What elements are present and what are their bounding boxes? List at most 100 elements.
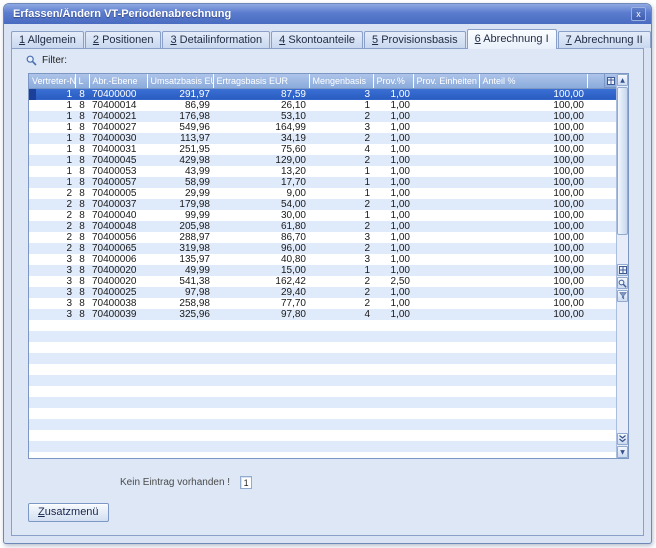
table-cell: 549,96	[147, 122, 213, 133]
table-cell	[413, 386, 479, 397]
tab-skontoanteile[interactable]: 4 Skontoanteile	[271, 31, 363, 48]
column-chooser-button[interactable]	[604, 74, 616, 88]
table-cell	[309, 419, 373, 430]
table-cell: 70400025	[89, 287, 147, 298]
column-header-prov-einheiten[interactable]: Prov. Einheiten	[413, 74, 479, 88]
table-cell: 70400038	[89, 298, 147, 309]
table-cell	[587, 320, 616, 331]
table-row[interactable]: 3870400038258,9877,7021,00100,00	[29, 298, 616, 309]
table-row[interactable]: 3870400006135,9740,8031,00100,00	[29, 254, 616, 265]
scroll-track-lower[interactable]	[617, 302, 628, 433]
tab-allgemein[interactable]: 1 Allgemein	[11, 31, 84, 48]
column-header-abr-ebene[interactable]: Abr.-Ebene	[89, 74, 147, 88]
column-header-umsatzbasis-eur[interactable]: Umsatzbasis EUR	[147, 74, 213, 88]
column-header-ertragsbasis-eur[interactable]: Ertragsbasis EUR	[213, 74, 309, 88]
table-row-empty	[29, 364, 616, 375]
table-cell	[587, 210, 616, 221]
vertical-scrollbar[interactable]: ▲	[616, 74, 628, 458]
table-cell: 2	[29, 188, 75, 199]
table-row[interactable]: 387040002597,9829,4021,00100,00	[29, 287, 616, 298]
grid-filter-button[interactable]	[617, 290, 628, 302]
magnifier-icon	[618, 279, 627, 288]
table-cell: 8	[75, 100, 89, 111]
table-row[interactable]: 187040005343,9913,2011,00100,00	[29, 166, 616, 177]
table-row[interactable]: 187040005758,9917,7011,00100,00	[29, 177, 616, 188]
scroll-down-button[interactable]: ▼	[617, 446, 628, 458]
table-row[interactable]: 387040002049,9915,0011,00100,00	[29, 265, 616, 276]
column-header-anteil[interactable]: Anteil %	[479, 74, 587, 88]
column-header-l[interactable]: L	[75, 74, 89, 88]
column-header-prov[interactable]: Prov.%	[373, 74, 413, 88]
table-row[interactable]: 2870400037179,9854,0021,00100,00	[29, 199, 616, 210]
table-cell: 70400030	[89, 133, 147, 144]
scroll-up-button[interactable]: ▲	[617, 74, 628, 86]
table-cell	[373, 419, 413, 430]
table-row[interactable]: 287040004099,9930,0011,00100,00	[29, 210, 616, 221]
zusatzmenu-button[interactable]: Zusatzmenü	[28, 503, 109, 522]
table-cell	[479, 331, 587, 342]
table-cell	[213, 353, 309, 364]
table-cell: 100,00	[479, 133, 587, 144]
table-cell: 8	[75, 133, 89, 144]
tab-abrechnung-i[interactable]: 6 Abrechnung I	[467, 29, 557, 49]
scroll-page-down-button[interactable]	[617, 433, 628, 445]
table-cell: 1	[309, 210, 373, 221]
table-row[interactable]: 2870400065319,9896,0021,00100,00	[29, 243, 616, 254]
table-cell	[147, 419, 213, 430]
close-button[interactable]: x	[631, 7, 646, 21]
title-bar[interactable]: Erfassen/Ändern VT-Periodenabrechnung x	[4, 4, 651, 24]
table-row[interactable]: 1870400045429,98129,0021,00100,00	[29, 155, 616, 166]
tab-abrechnung-ii[interactable]: 7 Abrechnung II	[558, 31, 651, 48]
filter-funnel-icon	[619, 292, 627, 300]
tab-provisionsbasis[interactable]: 5 Provisionsbasis	[364, 31, 466, 48]
table-cell: 1	[309, 188, 373, 199]
table-row[interactable]: 3870400039325,9697,8041,00100,00	[29, 309, 616, 320]
table-cell: 100,00	[479, 144, 587, 155]
table-cell	[75, 441, 89, 452]
table-cell: 70400014	[89, 100, 147, 111]
table-row[interactable]: 1870400030113,9734,1921,00100,00	[29, 133, 616, 144]
table-cell: 2	[29, 232, 75, 243]
scroll-track[interactable]	[617, 236, 628, 264]
tab-detailinformation[interactable]: 3 Detailinformation	[162, 31, 270, 48]
table-cell: 1,00	[373, 309, 413, 320]
table-row[interactable]: 1870400027549,96164,9931,00100,00	[29, 122, 616, 133]
table-cell	[89, 386, 147, 397]
table-row-empty	[29, 353, 616, 364]
tab-positionen[interactable]: 2 Positionen	[85, 31, 162, 48]
table-row[interactable]: 287040000529,999,0011,00100,00	[29, 188, 616, 199]
table-cell: 2	[309, 287, 373, 298]
table-cell	[413, 166, 479, 177]
grid-zoom-button[interactable]	[617, 277, 628, 289]
table-cell: 86,70	[213, 232, 309, 243]
column-header-mengenbasis[interactable]: Mengenbasis	[309, 74, 373, 88]
table-cell	[413, 122, 479, 133]
table-cell: 1	[29, 122, 75, 133]
table-row[interactable]: 1870400000291,9787,5931,00100,00	[29, 88, 616, 100]
table-cell: 1,00	[373, 100, 413, 111]
table-row[interactable]: 1870400021176,9853,1021,00100,00	[29, 111, 616, 122]
table-row[interactable]: 3870400020541,38162,4222,50100,00	[29, 276, 616, 287]
scroll-thumb[interactable]	[617, 87, 628, 235]
column-header-vertreter-nr[interactable]: Vertreter-Nr.	[29, 74, 75, 88]
table-cell: 1	[29, 177, 75, 188]
table-cell	[587, 408, 616, 419]
table-cell	[413, 111, 479, 122]
table-cell: 8	[75, 309, 89, 320]
table-cell	[373, 353, 413, 364]
table-cell: 61,80	[213, 221, 309, 232]
table-row[interactable]: 1870400031251,9575,6041,00100,00	[29, 144, 616, 155]
table-cell: 8	[75, 232, 89, 243]
table-cell: 4	[309, 144, 373, 155]
table-row-empty	[29, 386, 616, 397]
grid-columns-button[interactable]	[617, 264, 628, 276]
table-cell: 1,00	[373, 210, 413, 221]
table-cell: 541,38	[147, 276, 213, 287]
table-cell: 8	[75, 210, 89, 221]
table-cell: 100,00	[479, 166, 587, 177]
table-row[interactable]: 187040001486,9926,1011,00100,00	[29, 100, 616, 111]
table-row[interactable]: 2870400056288,9786,7031,00100,00	[29, 232, 616, 243]
table-row[interactable]: 2870400048205,9861,8021,00100,00	[29, 221, 616, 232]
table-cell: 100,00	[479, 221, 587, 232]
table-cell	[373, 375, 413, 386]
